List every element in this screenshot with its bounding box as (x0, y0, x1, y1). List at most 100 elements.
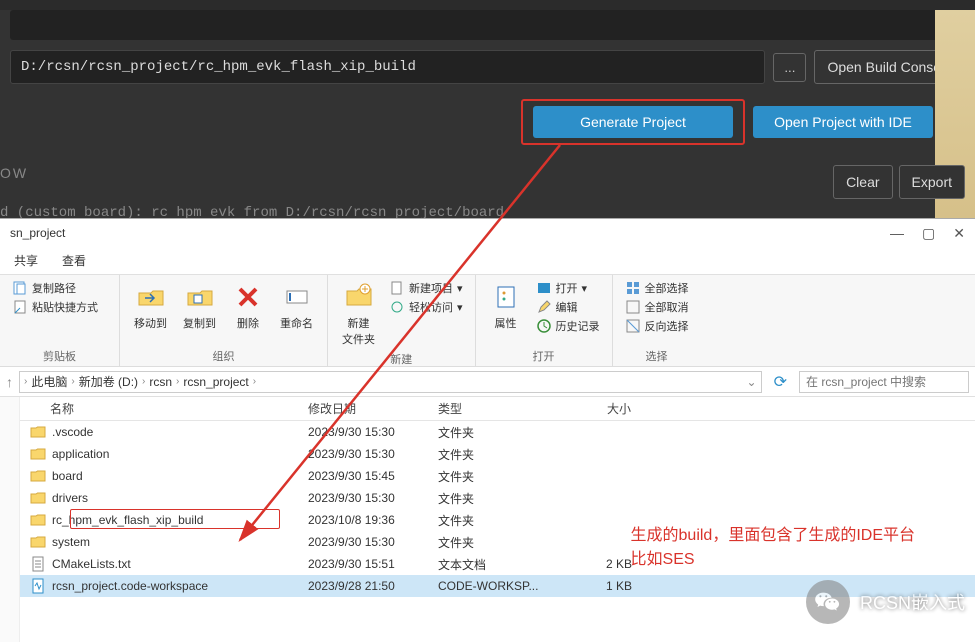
file-date: 2023/9/30 15:30 (300, 535, 430, 549)
explorer-menu: 共享 查看 (0, 247, 975, 275)
table-row[interactable]: board2023/9/30 15:45文件夹 (20, 465, 975, 487)
clear-button[interactable]: Clear (833, 165, 892, 199)
file-icon (30, 490, 46, 506)
rename-icon (281, 281, 313, 313)
file-icon (30, 556, 46, 572)
paste-shortcut-icon (12, 299, 28, 315)
build-path-input[interactable] (10, 50, 765, 84)
invert-label: 反向选择 (645, 318, 689, 334)
open-project-ide-button[interactable]: Open Project with IDE (753, 106, 933, 138)
properties-icon (490, 281, 522, 313)
history-item-button[interactable]: 历史记录 (532, 317, 604, 335)
new-item-button[interactable]: 新建项目 ▾ (385, 279, 467, 297)
file-name: drivers (52, 491, 88, 505)
edit-label: 编辑 (556, 299, 578, 315)
export-button[interactable]: Export (899, 165, 965, 199)
ribbon-open-group: 属性 打开 ▾ 编辑 历史记录 打开 (476, 275, 613, 366)
table-row[interactable]: drivers 2023/9/30 15:30文件夹 (20, 487, 975, 509)
new-item-label: 新建项目 (409, 280, 453, 296)
explorer-titlebar[interactable]: sn_project — ▢ ✕ (0, 219, 975, 247)
close-button[interactable]: ✕ (953, 225, 965, 242)
generate-project-button[interactable]: Generate Project (533, 106, 733, 138)
breadcrumb[interactable]: › 此电脑 › 新加卷 (D:) › rcsn › rcsn_project ›… (19, 371, 762, 393)
file-name: rcsn_project.code-workspace (52, 579, 208, 593)
maximize-button[interactable]: ▢ (922, 225, 935, 242)
select-none-icon (625, 299, 641, 315)
copy-to-button[interactable]: 复制到 (177, 279, 222, 333)
edit-icon (536, 299, 552, 315)
edit-item-button[interactable]: 编辑 (532, 298, 604, 316)
delete-button[interactable]: 删除 (226, 279, 270, 333)
copy-path-button[interactable]: 复制路径 (8, 279, 111, 297)
col-name[interactable]: 名称 (20, 400, 300, 417)
file-date: 2023/9/28 21:50 (300, 579, 430, 593)
generate-row: Generate Project Open Project with IDE (0, 94, 975, 155)
new-folder-button[interactable]: 新建 文件夹 (336, 279, 381, 349)
crumb-rcsn[interactable]: rcsn (149, 375, 172, 389)
search-input[interactable] (799, 371, 969, 393)
select-none-button[interactable]: 全部取消 (621, 298, 693, 316)
file-date: 2023/9/30 15:30 (300, 491, 430, 505)
window-title: sn_project (10, 226, 65, 240)
annotation-text: 生成的build，里面包含了生成的IDE平台 比如SES (631, 524, 915, 572)
nav-up[interactable]: ↑ (6, 374, 13, 390)
col-size[interactable]: 大小 (560, 400, 640, 417)
crumb-project[interactable]: rcsn_project (183, 375, 248, 389)
table-row[interactable]: .vscode2023/9/30 15:30文件夹 (20, 421, 975, 443)
file-type: 文件夹 (430, 424, 560, 441)
invert-select-button[interactable]: 反向选择 (621, 317, 693, 335)
file-explorer-window: sn_project — ▢ ✕ 共享 查看 复制路径 粘贴快捷方式 剪贴板 (0, 218, 975, 642)
top-dark-section (10, 10, 965, 40)
new-group-title: 新建 (336, 349, 467, 367)
file-name: .vscode (52, 425, 93, 439)
generate-highlight: Generate Project (521, 99, 745, 145)
window-controls: — ▢ ✕ (890, 225, 965, 242)
crumb-drive[interactable]: 新加卷 (D:) (79, 373, 138, 390)
col-type[interactable]: 类型 (430, 400, 560, 417)
select-all-button[interactable]: 全部选择 (621, 279, 693, 297)
file-type: 文件夹 (430, 490, 560, 507)
minimize-button[interactable]: — (890, 225, 904, 242)
file-icon (30, 424, 46, 440)
browse-button[interactable]: ... (773, 53, 806, 82)
crumb-pc[interactable]: 此电脑 (31, 373, 67, 390)
table-row[interactable]: application2023/9/30 15:30文件夹 (20, 443, 975, 465)
ribbon-clipboard-group: 复制路径 粘贴快捷方式 剪贴板 (0, 275, 120, 366)
copy-to-icon (184, 281, 216, 313)
easy-access-icon (389, 299, 405, 315)
rename-button[interactable]: 重命名 (274, 279, 319, 333)
new-folder-label: 新建 文件夹 (342, 315, 375, 347)
annotation-line1: 生成的build，里面包含了生成的IDE平台 (631, 524, 915, 548)
easy-access-button[interactable]: 轻松访问 ▾ (385, 298, 467, 316)
open-item-button[interactable]: 打开 ▾ (532, 279, 604, 297)
file-type: 文件夹 (430, 512, 560, 529)
new-item-icon (389, 280, 405, 296)
history-icon (536, 318, 552, 334)
dropdown-icon[interactable]: ⌄ (747, 375, 757, 389)
move-to-icon (135, 281, 167, 313)
open-label: 打开 (556, 280, 578, 296)
refresh-button[interactable]: ⟳ (768, 372, 793, 392)
file-name: system (52, 535, 90, 549)
move-to-label: 移动到 (134, 315, 167, 331)
move-to-button[interactable]: 移动到 (128, 279, 173, 333)
file-name: CMakeLists.txt (52, 557, 131, 571)
menu-share[interactable]: 共享 (14, 252, 38, 269)
ribbon-organize-group: 移动到 复制到 删除 重命名 组织 (120, 275, 328, 366)
properties-button[interactable]: 属性 (484, 279, 528, 333)
select-none-label: 全部取消 (645, 299, 689, 315)
organize-group-title: 组织 (128, 346, 319, 364)
nav-pane-edge[interactable] (0, 397, 20, 642)
ribbon-select-group: 全部选择 全部取消 反向选择 选择 (613, 275, 701, 366)
file-name: board (52, 469, 83, 483)
select-all-label: 全部选择 (645, 280, 689, 296)
wechat-icon (806, 580, 850, 624)
ow-label: OW (0, 165, 28, 181)
menu-view[interactable]: 查看 (62, 252, 86, 269)
table-header: 名称 修改日期 类型 大小 (20, 397, 975, 421)
properties-label: 属性 (495, 315, 517, 331)
col-date[interactable]: 修改日期 (300, 400, 430, 417)
paste-shortcut-button[interactable]: 粘贴快捷方式 (8, 298, 111, 316)
file-icon (30, 468, 46, 484)
invert-icon (625, 318, 641, 334)
